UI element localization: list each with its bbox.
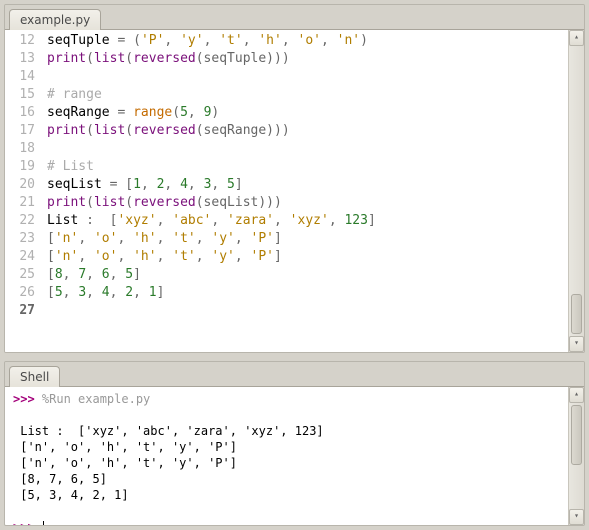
editor-scrollbar[interactable]: ▴ ▾: [568, 30, 584, 352]
shell-line: List : ['xyz', 'abc', 'zara', 'xyz', 123…: [13, 423, 564, 439]
shell-pane: Shell >>> %Run example.py List : ['xyz',…: [4, 361, 585, 526]
code-line[interactable]: seqRange = range(5, 9): [47, 104, 568, 122]
editor-tab[interactable]: example.py: [9, 9, 101, 30]
shell-line: [8, 7, 6, 5]: [13, 471, 564, 487]
line-number: 24: [5, 248, 35, 266]
line-number: 19: [5, 158, 35, 176]
line-number: 15: [5, 86, 35, 104]
line-number: 16: [5, 104, 35, 122]
line-number: 20: [5, 176, 35, 194]
code-line[interactable]: [8, 7, 6, 5]: [47, 266, 568, 284]
scroll-track[interactable]: [569, 46, 584, 292]
shell-line: >>> %Run example.py: [13, 391, 564, 407]
shell-body[interactable]: >>> %Run example.py List : ['xyz', 'abc'…: [5, 387, 584, 525]
code-line[interactable]: print(list(reversed(seqList))): [47, 194, 568, 212]
line-number: 12: [5, 32, 35, 50]
code-line[interactable]: [47, 68, 568, 86]
shell-tab[interactable]: Shell: [9, 366, 60, 387]
shell-line: [13, 407, 564, 423]
code-line[interactable]: # range: [47, 86, 568, 104]
line-number: 21: [5, 194, 35, 212]
scroll-thumb[interactable]: [571, 294, 582, 334]
editor-tabbar: example.py: [5, 5, 584, 30]
line-number: 13: [5, 50, 35, 68]
shell-scrollbar[interactable]: ▴ ▾: [568, 387, 584, 525]
shell-output[interactable]: >>> %Run example.py List : ['xyz', 'abc'…: [5, 387, 568, 525]
code-line[interactable]: ['n', 'o', 'h', 't', 'y', 'P']: [47, 248, 568, 266]
shell-line: [5, 3, 4, 2, 1]: [13, 487, 564, 503]
code-line[interactable]: [47, 140, 568, 158]
code-line[interactable]: [47, 302, 568, 320]
line-number: 26: [5, 284, 35, 302]
code-line[interactable]: seqList = [1, 2, 4, 3, 5]: [47, 176, 568, 194]
scroll-track[interactable]: [569, 467, 584, 509]
scroll-up-icon[interactable]: ▴: [569, 30, 584, 46]
line-number: 25: [5, 266, 35, 284]
shell-line: [13, 503, 564, 519]
scroll-up-icon[interactable]: ▴: [569, 387, 584, 403]
code-line[interactable]: print(list(reversed(seqRange))): [47, 122, 568, 140]
line-number: 23: [5, 230, 35, 248]
code-line[interactable]: # List: [47, 158, 568, 176]
shell-tabbar: Shell: [5, 362, 584, 387]
code-line[interactable]: List : ['xyz', 'abc', 'zara', 'xyz', 123…: [47, 212, 568, 230]
line-number: 18: [5, 140, 35, 158]
line-number: 14: [5, 68, 35, 86]
editor-body[interactable]: 12131415161718192021222324252627 seqTupl…: [5, 30, 584, 352]
shell-line: ['n', 'o', 'h', 't', 'y', 'P']: [13, 439, 564, 455]
code-line[interactable]: [5, 3, 4, 2, 1]: [47, 284, 568, 302]
scroll-down-icon[interactable]: ▾: [569, 336, 584, 352]
line-number: 22: [5, 212, 35, 230]
scroll-down-icon[interactable]: ▾: [569, 509, 584, 525]
code-line[interactable]: print(list(reversed(seqTuple))): [47, 50, 568, 68]
scroll-thumb[interactable]: [571, 405, 582, 465]
line-gutter: 12131415161718192021222324252627: [5, 30, 43, 352]
code-area[interactable]: seqTuple = ('P', 'y', 't', 'h', 'o', 'n'…: [43, 30, 568, 352]
editor-pane: example.py 12131415161718192021222324252…: [4, 4, 585, 353]
code-line[interactable]: seqTuple = ('P', 'y', 't', 'h', 'o', 'n'…: [47, 32, 568, 50]
line-number: 27: [5, 302, 35, 320]
shell-line: ['n', 'o', 'h', 't', 'y', 'P']: [13, 455, 564, 471]
code-line[interactable]: ['n', 'o', 'h', 't', 'y', 'P']: [47, 230, 568, 248]
shell-line: >>>: [13, 519, 564, 525]
line-number: 17: [5, 122, 35, 140]
